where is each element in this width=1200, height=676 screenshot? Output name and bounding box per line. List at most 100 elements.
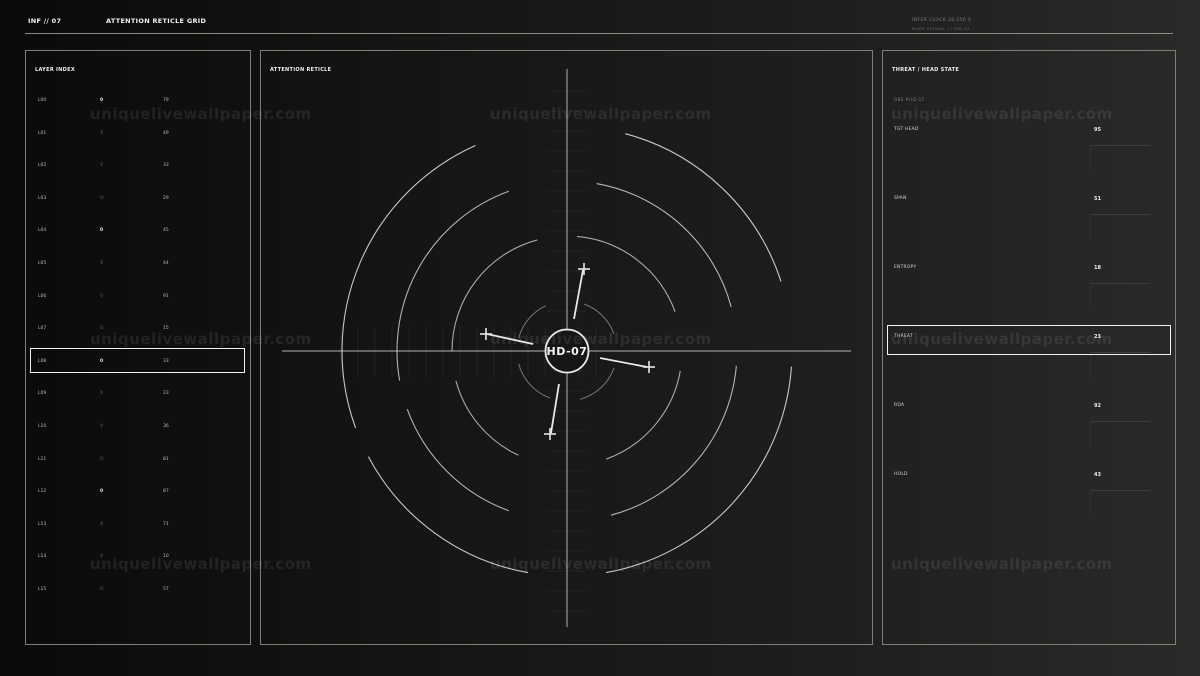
layer-glyph: V [100, 424, 104, 429]
inner-ring-arc [579, 367, 615, 400]
ring-arc [451, 239, 538, 352]
metric-label: TGT HEAD [894, 127, 919, 132]
metric-rule [1090, 490, 1150, 491]
metric-rule [1090, 421, 1091, 447]
ring-arc [576, 235, 676, 312]
metric-roa[interactable]: ROA 92 [883, 403, 1177, 463]
metric-tgt-head[interactable]: TGT HEAD 95 [883, 127, 1177, 187]
layer-id: L14 [38, 554, 47, 560]
layer-index-title: LAYER INDEX [35, 67, 75, 73]
layer-value: 87 [163, 489, 169, 495]
layer-glyph: X [100, 261, 104, 266]
layer-selection-frame [30, 348, 245, 373]
layer-glyph: V [100, 163, 104, 169]
metric-label: ROA [894, 403, 905, 408]
layer-glyph: O [100, 587, 104, 592]
layer-row[interactable]: L06 V 91 [26, 293, 252, 315]
metric-rule [1090, 490, 1091, 516]
layer-id: L01 [38, 130, 47, 136]
layer-glyph: O [100, 326, 104, 332]
layer-value: 81 [163, 456, 169, 462]
connector-line [599, 357, 648, 368]
layer-row[interactable]: L13 X 71 [26, 521, 252, 543]
connector-line [573, 269, 584, 320]
metric-rule [1090, 214, 1091, 240]
layer-row[interactable]: L03 O 29 [26, 195, 252, 217]
header-meta: INFER CLOCK 28.556 S MODE RETINAL / / SP… [912, 18, 971, 31]
layer-glyph: 0 [100, 98, 104, 103]
layer-glyph: V [100, 293, 104, 299]
layer-glyph: O [100, 195, 104, 201]
metric-label: HOLD [894, 472, 908, 477]
outer-ring-arc [367, 456, 529, 574]
layer-row[interactable]: L15 O 57 [26, 586, 252, 608]
layer-glyph: X [100, 391, 104, 397]
layer-value: 45 [163, 228, 169, 234]
layer-value: 79 [163, 98, 169, 103]
outer-ring-arc [625, 133, 782, 282]
layer-row[interactable]: L05 X 44 [26, 260, 252, 282]
layer-id: L05 [38, 261, 47, 266]
layer-id: L12 [38, 489, 47, 495]
ring-arc [606, 370, 681, 460]
metric-value: 51 [1094, 196, 1101, 202]
ring-arc [455, 380, 519, 456]
center-label: HD-07 [547, 345, 588, 358]
layer-value: 33 [163, 163, 169, 169]
metric-entropy[interactable]: ENTROPY 18 [883, 265, 1177, 325]
layer-row[interactable]: L10 V 36 [26, 423, 252, 445]
layer-glyph: X [100, 521, 104, 527]
meta-clock: INFER CLOCK 28.556 S [912, 18, 972, 23]
metric-rule [1090, 214, 1150, 215]
metric-rule [1090, 145, 1150, 146]
outer-ring-arc [341, 144, 476, 429]
layer-id: L15 [38, 587, 47, 592]
layer-value: 23 [163, 391, 169, 397]
layer-glyph: V [100, 554, 104, 560]
metric-value: 43 [1094, 472, 1101, 478]
layer-index-panel: LAYER INDEX L00 0 79 L01 X 49 L02 V 33 L03 O 29 L04 0… [25, 50, 251, 645]
screen-code: INF // 07 [28, 17, 62, 25]
layer-glyph: 0 [100, 489, 104, 495]
ring-arc [406, 408, 510, 512]
metric-label: ENTROPY [894, 265, 917, 270]
layer-glyph: 0 [100, 228, 104, 234]
layer-row[interactable]: L00 0 79 [26, 97, 252, 119]
layer-id: L07 [38, 326, 47, 332]
layer-row[interactable]: L09 X 23 [26, 390, 252, 412]
threat-head-state-panel: THREAT / HEAD STATE OBS #ILD-17 TGT HEAD… [882, 50, 1176, 645]
ring-arc [396, 190, 510, 381]
layer-row[interactable]: L07 O 15 [26, 325, 252, 347]
metric-label: SPAN [894, 196, 907, 201]
layer-id: L06 [38, 293, 47, 299]
metric-span[interactable]: SPAN 51 [883, 196, 1177, 256]
metric-rule [1090, 283, 1150, 284]
layer-row[interactable]: L04 0 45 [26, 227, 252, 249]
layer-value: 49 [163, 130, 169, 136]
metric-hold[interactable]: HOLD 43 [883, 472, 1177, 532]
header-divider [25, 33, 1173, 34]
metric-rule [1090, 145, 1091, 171]
layer-row[interactable]: L01 X 49 [26, 130, 252, 152]
threat-selection-frame [887, 325, 1171, 355]
layer-id: L03 [38, 195, 47, 201]
meta-mode: MODE RETINAL / / SPD 44 [912, 26, 970, 31]
layer-row[interactable]: L14 V 10 [26, 553, 252, 575]
layer-id: L00 [38, 98, 47, 103]
app-stage: INF // 07 ATTENTION RETICLE GRID INFER C… [0, 0, 1200, 676]
inner-ring-arc [518, 305, 547, 339]
layer-row[interactable]: L11 O 81 [26, 456, 252, 478]
layer-value: 15 [163, 326, 169, 332]
layer-value: 44 [163, 261, 169, 266]
layer-row[interactable]: L02 V 33 [26, 162, 252, 184]
layer-row[interactable]: L12 0 87 [26, 488, 252, 510]
metric-rule [1090, 421, 1150, 422]
ring-arc [610, 365, 737, 516]
threat-title: THREAT / HEAD STATE [892, 67, 960, 73]
observation-ref: OBS #ILD-17 [894, 97, 925, 102]
layer-id: L04 [38, 228, 47, 234]
layer-value: 57 [163, 587, 169, 592]
metric-value: 95 [1094, 127, 1101, 133]
attention-reticle-panel: ATTENTION RETICLE HD-07 [260, 50, 873, 645]
layer-value: 29 [163, 195, 169, 201]
